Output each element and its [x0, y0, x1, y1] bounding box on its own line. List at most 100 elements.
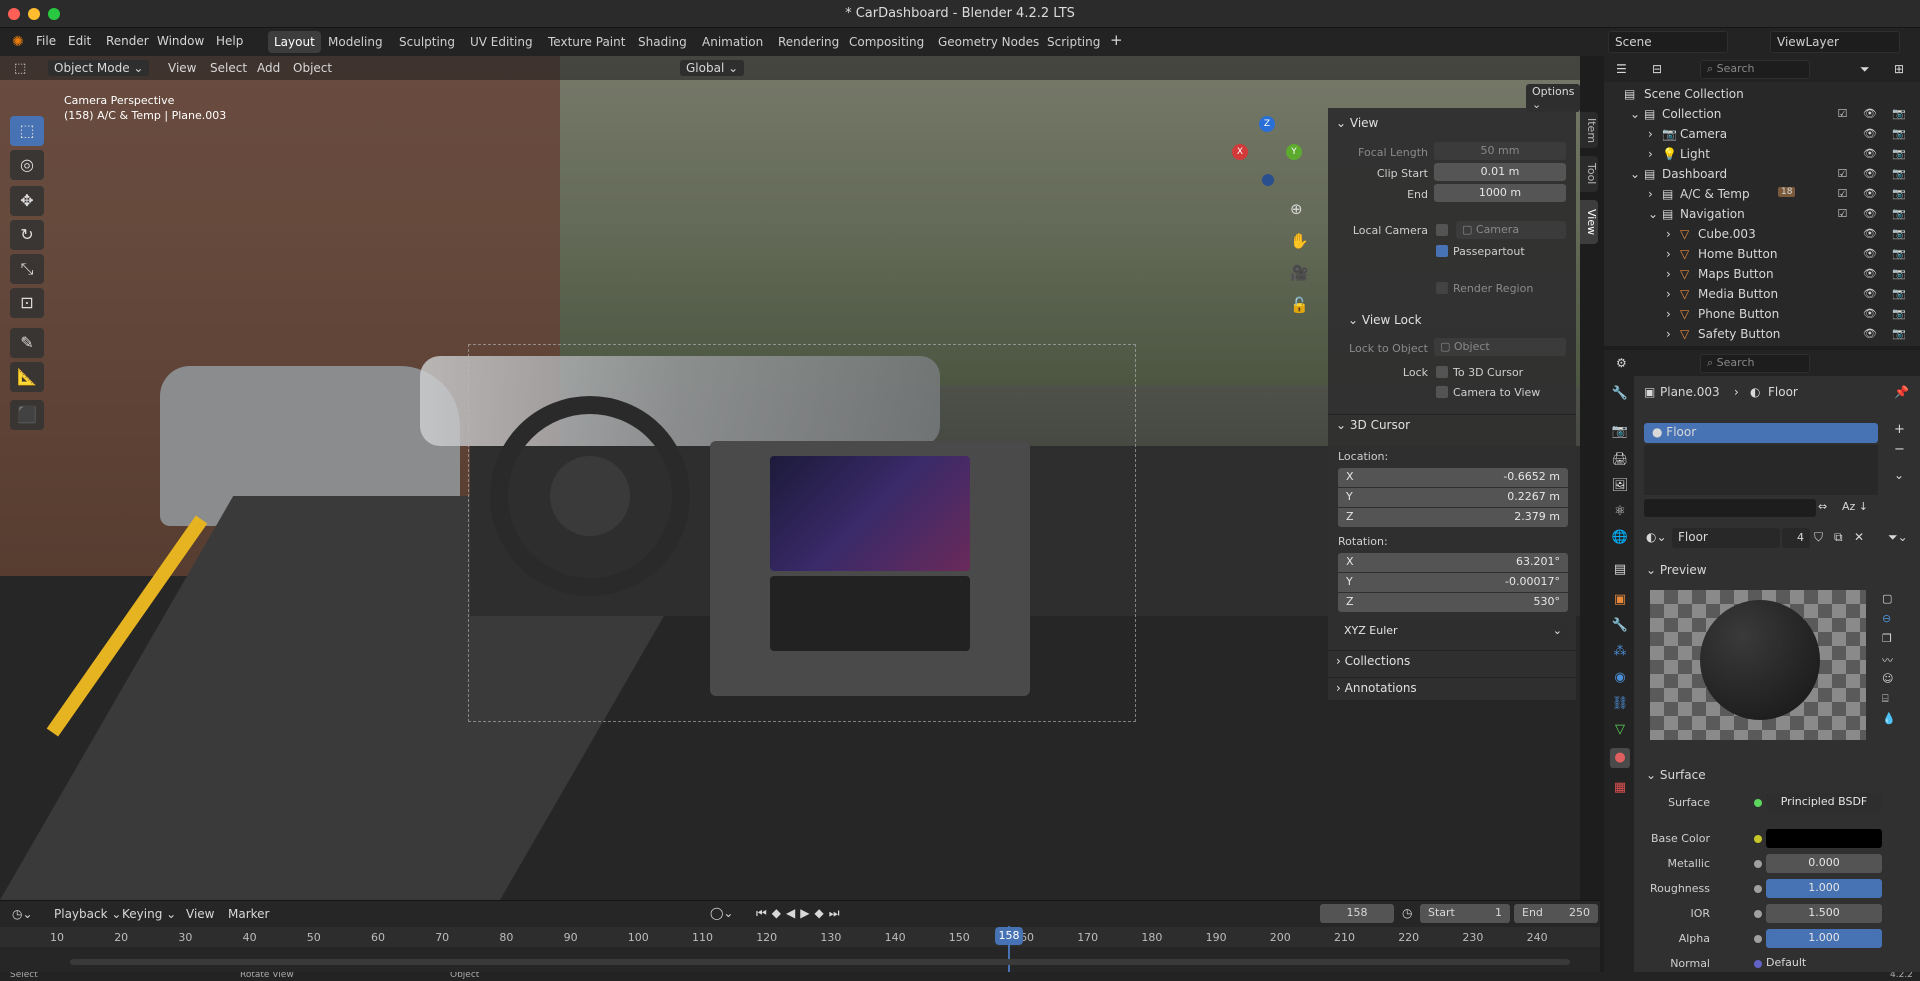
start-frame-field[interactable]: Start 1: [1420, 904, 1510, 923]
visibility-icons[interactable]: 👁 📷: [1863, 227, 1912, 240]
transform-tool-icon[interactable]: ⊡: [10, 288, 44, 318]
object-tab-icon[interactable]: ▣: [1610, 590, 1630, 610]
collections-header[interactable]: › Collections: [1328, 650, 1576, 672]
gizmo-y-axis[interactable]: Y: [1286, 144, 1302, 160]
node-link-icon[interactable]: ⏷⌄: [1888, 530, 1908, 545]
viewport-menu-view[interactable]: View: [168, 61, 196, 75]
location-x-field[interactable]: X -0.6652 m: [1338, 468, 1568, 487]
visibility-icons[interactable]: 👁 📷: [1863, 267, 1912, 280]
blender-logo-icon[interactable]: ✺: [12, 34, 24, 50]
navigation-gizmo[interactable]: Z X Y: [1232, 116, 1302, 186]
menu-edit[interactable]: Edit: [68, 34, 91, 48]
lock-to-object-field[interactable]: ▢ Object: [1434, 338, 1566, 356]
tab-shading[interactable]: Shading: [632, 31, 693, 53]
add-cube-tool-icon[interactable]: ⬛: [10, 400, 44, 430]
to-3d-cursor-checkbox[interactable]: [1436, 366, 1448, 378]
outliner-row-scene-collection[interactable]: ▤ Scene Collection: [1604, 84, 1920, 104]
alpha-field[interactable]: 1.000: [1766, 929, 1882, 948]
visibility-icons[interactable]: 👁 📷: [1863, 327, 1912, 340]
clip-end-field[interactable]: 1000 m: [1434, 184, 1566, 202]
data-tab-icon[interactable]: ▽: [1610, 720, 1630, 740]
outliner-row-maps-button[interactable]: › ▽ Maps Button 👁 📷: [1604, 264, 1920, 284]
clip-start-field[interactable]: 0.01 m: [1434, 163, 1566, 181]
preview-cloth-icon[interactable]: ⌸: [1882, 692, 1889, 706]
viewport-menu-object[interactable]: Object: [293, 61, 332, 75]
rotation-mode-selector[interactable]: XYZ Euler ⌄: [1338, 622, 1568, 640]
tab-sculpting[interactable]: Sculpting: [393, 31, 461, 53]
pin-icon[interactable]: 📌: [1894, 385, 1909, 399]
outliner-row-phone-button[interactable]: › ▽ Phone Button 👁 📷: [1604, 304, 1920, 324]
slot-filter-input[interactable]: [1644, 499, 1816, 517]
sort-icon[interactable]: ⇔: [1818, 500, 1827, 513]
rotation-z-field[interactable]: Z 530°: [1338, 593, 1568, 612]
new-collection-icon[interactable]: ⊞: [1894, 62, 1904, 76]
rotate-tool-icon[interactable]: ↻: [10, 220, 44, 250]
3d-cursor-header[interactable]: ⌄ 3D Cursor: [1328, 414, 1576, 436]
timeline-menu-keying[interactable]: Keying ⌄: [122, 907, 176, 921]
gizmo-neg-z-axis[interactable]: [1262, 174, 1274, 186]
surface-shader-selector[interactable]: Principled BSDF: [1766, 793, 1882, 812]
outliner-row-light[interactable]: › 💡 Light 👁 📷: [1604, 144, 1920, 164]
move-tool-icon[interactable]: ✥: [10, 186, 44, 216]
outliner-row-camera[interactable]: › 📷 Camera 👁 📷: [1604, 124, 1920, 144]
menu-render[interactable]: Render: [106, 34, 149, 48]
rotation-x-field[interactable]: X 63.201°: [1338, 553, 1568, 572]
sort-alpha-icon[interactable]: Az ↓: [1842, 500, 1868, 513]
view-panel-header[interactable]: ⌄ View: [1328, 113, 1576, 135]
location-z-field[interactable]: Z 2.379 m: [1338, 508, 1568, 527]
visibility-icons[interactable]: 👁 📷: [1863, 287, 1912, 300]
output-tab-icon[interactable]: 🖨: [1610, 450, 1630, 470]
unlink-material-icon[interactable]: ✕: [1854, 530, 1864, 544]
outliner-row-home-button[interactable]: › ▽ Home Button 👁 📷: [1604, 244, 1920, 264]
camera-view-icon[interactable]: 🎥: [1290, 264, 1309, 282]
tab-uv-editing[interactable]: UV Editing: [464, 31, 539, 53]
select-box-tool-icon[interactable]: ⬚: [10, 116, 44, 146]
timeline-scrollbar[interactable]: [70, 959, 1570, 965]
cursor-tool-icon[interactable]: ◎: [10, 150, 44, 180]
surface-panel-header[interactable]: ⌄ Surface: [1646, 768, 1706, 782]
tab-item[interactable]: Item: [1580, 112, 1598, 148]
pan-hand-icon[interactable]: ✋: [1290, 232, 1309, 250]
outliner-row-dashboard[interactable]: ⌄ ▤ Dashboard ☑ 👁 📷: [1604, 164, 1920, 184]
preview-panel-header[interactable]: ⌄ Preview: [1646, 563, 1707, 577]
outliner-row-ac-temp[interactable]: › ▤ A/C & Temp 18 ☑ 👁 📷: [1604, 184, 1920, 204]
visibility-icons[interactable]: 👁 📷: [1863, 307, 1912, 320]
render-region-checkbox[interactable]: [1436, 282, 1448, 294]
passepartout-checkbox[interactable]: [1436, 245, 1448, 257]
visibility-icons[interactable]: 👁 📷: [1863, 127, 1912, 140]
playback-controls[interactable]: ⏮◆◀▶◆⏭: [756, 906, 845, 921]
ior-field[interactable]: 1.500: [1766, 904, 1882, 923]
display-mode-icon[interactable]: ⊟: [1652, 62, 1662, 76]
lock-camera-icon[interactable]: 🔓: [1290, 296, 1309, 314]
render-tab-icon[interactable]: 📷: [1610, 422, 1630, 442]
timeline-editor-icon[interactable]: ◷⌄: [12, 907, 33, 921]
material-browse-icon[interactable]: ◐⌄: [1646, 530, 1667, 544]
local-camera-checkbox[interactable]: [1436, 224, 1448, 236]
filter-icon[interactable]: ⏷: [1860, 62, 1870, 77]
gizmo-x-axis[interactable]: X: [1232, 144, 1248, 160]
preview-sphere-icon[interactable]: ⊖: [1882, 612, 1891, 625]
transform-orientation-selector[interactable]: Global ⌄: [680, 60, 745, 76]
menu-window[interactable]: Window: [157, 34, 204, 48]
outliner-editor-icon[interactable]: ☰: [1616, 62, 1627, 76]
base-color-swatch[interactable]: [1766, 829, 1882, 848]
viewport-menu-add[interactable]: Add: [257, 61, 280, 75]
view-layer-selector[interactable]: ViewLayer: [1770, 31, 1900, 53]
modifier-tab-icon[interactable]: 🔧: [1610, 616, 1630, 636]
tab-geometry-nodes[interactable]: Geometry Nodes: [932, 31, 1045, 53]
preview-monkey-icon[interactable]: ☺: [1882, 672, 1893, 685]
add-workspace-icon[interactable]: +: [1110, 31, 1123, 49]
focal-length-field[interactable]: 50 mm: [1434, 142, 1566, 160]
normal-value[interactable]: Default: [1766, 956, 1806, 969]
scale-tool-icon[interactable]: ⤡: [10, 254, 44, 284]
outliner-row-collection[interactable]: ⌄ ▤ Collection ☑ 👁 📷: [1604, 104, 1920, 124]
material-users-count[interactable]: 4: [1782, 528, 1810, 548]
texture-tab-icon[interactable]: ▦: [1610, 778, 1630, 798]
menu-file[interactable]: File: [36, 34, 56, 48]
tab-modeling[interactable]: Modeling: [322, 31, 389, 53]
metallic-field[interactable]: 0.000: [1766, 854, 1882, 873]
preview-hair-icon[interactable]: 〰: [1882, 652, 1893, 668]
visibility-icons[interactable]: 👁 📷: [1863, 147, 1912, 160]
slot-menu-icon[interactable]: ⌄: [1894, 468, 1904, 482]
tab-scripting[interactable]: Scripting: [1041, 31, 1106, 53]
